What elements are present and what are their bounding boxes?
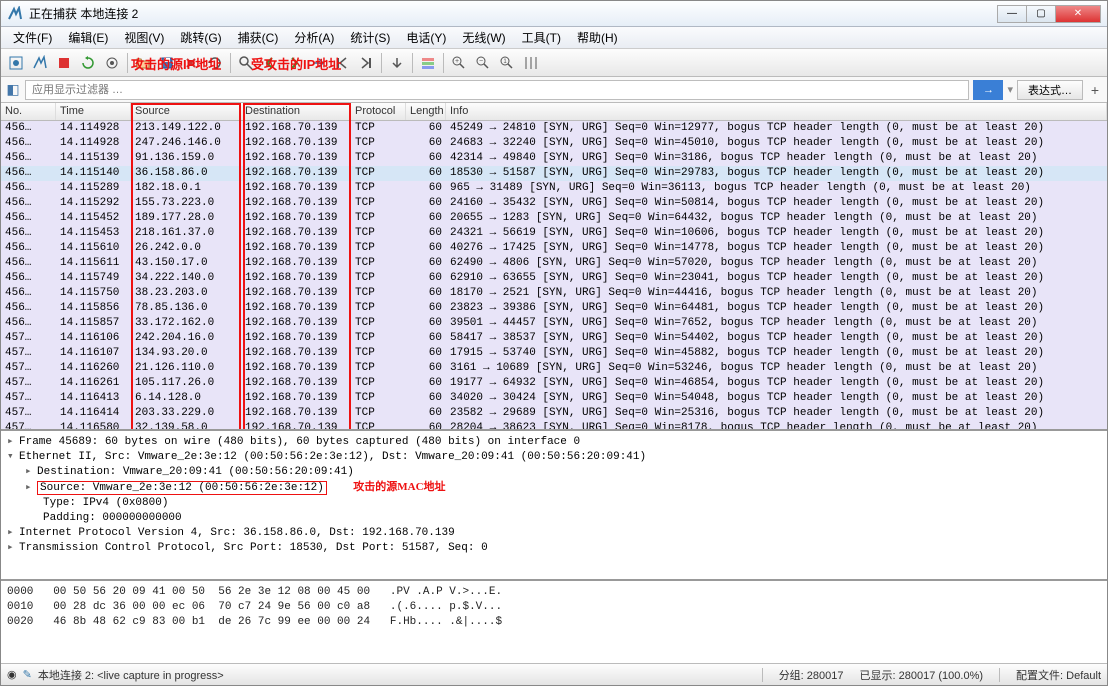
packet-list-pane: No. Time Source Destination Protocol Len… bbox=[1, 103, 1107, 431]
restart-capture-button[interactable] bbox=[77, 52, 99, 74]
packet-row[interactable]: 456…14.114928247.246.146.0192.168.70.139… bbox=[1, 136, 1107, 151]
interfaces-button[interactable] bbox=[5, 52, 27, 74]
col-destination[interactable]: Destination bbox=[241, 103, 351, 120]
menu-item[interactable]: 编辑(E) bbox=[60, 26, 116, 49]
apply-filter-button[interactable]: → bbox=[973, 80, 1003, 100]
close-button[interactable]: ✕ bbox=[1055, 5, 1101, 23]
packet-row[interactable]: 456…14.11561026.242.0.0192.168.70.139TCP… bbox=[1, 241, 1107, 256]
col-info[interactable]: Info bbox=[446, 103, 1107, 120]
toolbar: + − 1 攻击的源IP地址 受攻击的IP地址 bbox=[1, 49, 1107, 77]
packet-row[interactable]: 457…14.1164136.14.128.0192.168.70.139TCP… bbox=[1, 391, 1107, 406]
auto-scroll-button[interactable] bbox=[386, 52, 408, 74]
packet-details-pane[interactable]: ▸Frame 45689: 60 bytes on wire (480 bits… bbox=[1, 431, 1107, 581]
ethernet-summary[interactable]: Ethernet II, Src: Vmware_2e:3e:12 (00:50… bbox=[19, 451, 646, 463]
col-length[interactable]: Length bbox=[406, 103, 446, 120]
zoom-in-button[interactable]: + bbox=[448, 52, 470, 74]
window-title: 正在捕获 本地连接 2 bbox=[29, 5, 998, 22]
svg-text:+: + bbox=[455, 58, 459, 65]
packet-row[interactable]: 456…14.115453218.161.37.0192.168.70.139T… bbox=[1, 226, 1107, 241]
zoom-reset-button[interactable]: 1 bbox=[496, 52, 518, 74]
filter-toolbar: ◧ → ▾ 表达式… + bbox=[1, 77, 1107, 103]
packet-row[interactable]: 456…14.11585733.172.162.0192.168.70.139T… bbox=[1, 316, 1107, 331]
expression-button[interactable]: 表达式… bbox=[1017, 80, 1083, 100]
stop-capture-button[interactable] bbox=[53, 52, 75, 74]
frame-summary[interactable]: Frame 45689: 60 bytes on wire (480 bits)… bbox=[19, 436, 580, 448]
menu-item[interactable]: 文件(F) bbox=[5, 26, 60, 49]
packet-row[interactable]: 456…14.11513991.136.159.0192.168.70.139T… bbox=[1, 151, 1107, 166]
packet-row[interactable]: 457…14.116106242.204.16.0192.168.70.139T… bbox=[1, 331, 1107, 346]
bookmark-icon[interactable]: ◧ bbox=[5, 79, 21, 101]
expand-icon[interactable]: ▸ bbox=[7, 526, 19, 541]
menu-item[interactable]: 无线(W) bbox=[454, 26, 513, 49]
col-time[interactable]: Time bbox=[56, 103, 131, 120]
eth-source[interactable]: Source: Vmware_2e:3e:12 (00:50:56:2e:3e:… bbox=[37, 481, 327, 495]
packet-row[interactable]: 457…14.116107134.93.20.0192.168.70.139TC… bbox=[1, 346, 1107, 361]
tcp-summary[interactable]: Transmission Control Protocol, Src Port:… bbox=[19, 542, 488, 554]
add-filter-button[interactable]: + bbox=[1087, 82, 1103, 98]
packet-bytes-pane[interactable]: 0000 00 50 56 20 09 41 00 50 56 2e 3e 12… bbox=[1, 581, 1107, 663]
maximize-button[interactable]: ▢ bbox=[1026, 5, 1056, 23]
ip-summary[interactable]: Internet Protocol Version 4, Src: 36.158… bbox=[19, 527, 455, 539]
packet-row[interactable]: 457…14.11626021.126.110.0192.168.70.139T… bbox=[1, 361, 1107, 376]
eth-type[interactable]: Type: IPv4 (0x0800) bbox=[43, 497, 168, 509]
menubar: 文件(F)编辑(E)视图(V)跳转(G)捕获(C)分析(A)统计(S)电话(Y)… bbox=[1, 27, 1107, 49]
capture-options-button[interactable] bbox=[101, 52, 123, 74]
statusbar: ◉ ✎ 本地连接 2: <live capture in progress> 分… bbox=[1, 663, 1107, 685]
col-source[interactable]: Source bbox=[131, 103, 241, 120]
packet-row[interactable]: 456…14.11585678.85.136.0192.168.70.139TC… bbox=[1, 301, 1107, 316]
annotation-src-mac: 攻击的源MAC地址 bbox=[353, 481, 445, 493]
packet-row[interactable]: 456…14.114928213.149.122.0192.168.70.139… bbox=[1, 121, 1107, 136]
svg-text:−: − bbox=[479, 58, 483, 65]
annotation-src-ip: 攻击的源IP地址 bbox=[131, 54, 221, 73]
status-displayed: 已显示: 280017 (100.0%) bbox=[860, 667, 984, 683]
display-filter-input[interactable] bbox=[25, 80, 969, 100]
packet-row[interactable]: 456…14.115289182.18.0.1192.168.70.139TCP… bbox=[1, 181, 1107, 196]
status-profile[interactable]: 配置文件: Default bbox=[1016, 667, 1101, 683]
menu-item[interactable]: 跳转(G) bbox=[172, 26, 229, 49]
menu-item[interactable]: 捕获(C) bbox=[230, 26, 287, 49]
packet-row[interactable]: 456…14.11514036.158.86.0192.168.70.139TC… bbox=[1, 166, 1107, 181]
zoom-out-button[interactable]: − bbox=[472, 52, 494, 74]
packet-row[interactable]: 456…14.115452189.177.28.0192.168.70.139T… bbox=[1, 211, 1107, 226]
packet-row[interactable]: 457…14.11658032.139.58.0192.168.70.139TC… bbox=[1, 421, 1107, 431]
expand-icon[interactable]: ▸ bbox=[25, 465, 37, 480]
expand-icon[interactable]: ▸ bbox=[25, 481, 37, 496]
packet-list-header[interactable]: No. Time Source Destination Protocol Len… bbox=[1, 103, 1107, 121]
status-interface: 本地连接 2: <live capture in progress> bbox=[38, 667, 224, 683]
packet-row[interactable]: 457…14.116261105.117.26.0192.168.70.139T… bbox=[1, 376, 1107, 391]
resize-columns-button[interactable] bbox=[520, 52, 542, 74]
menu-item[interactable]: 帮助(H) bbox=[569, 26, 626, 49]
col-no[interactable]: No. bbox=[1, 103, 56, 120]
expand-icon[interactable]: ▸ bbox=[7, 435, 19, 450]
hex-line[interactable]: 0000 00 50 56 20 09 41 00 50 56 2e 3e 12… bbox=[7, 585, 1101, 600]
eth-destination[interactable]: Destination: Vmware_20:09:41 (00:50:56:2… bbox=[37, 466, 354, 478]
status-packets: 分组: 280017 bbox=[779, 667, 844, 683]
packet-row[interactable]: 456…14.115292155.73.223.0192.168.70.139T… bbox=[1, 196, 1107, 211]
window-titlebar: 正在捕获 本地连接 2 — ▢ ✕ bbox=[1, 1, 1107, 27]
expand-icon[interactable]: ▸ bbox=[7, 541, 19, 556]
packet-row[interactable]: 457…14.116414203.33.229.0192.168.70.139T… bbox=[1, 406, 1107, 421]
app-icon bbox=[7, 6, 23, 22]
menu-item[interactable]: 统计(S) bbox=[342, 26, 398, 49]
minimize-button[interactable]: — bbox=[997, 5, 1027, 23]
go-last-button[interactable] bbox=[355, 52, 377, 74]
menu-item[interactable]: 工具(T) bbox=[514, 26, 569, 49]
hex-line[interactable]: 0020 46 8b 48 62 c9 83 00 b1 de 26 7c 99… bbox=[7, 615, 1101, 630]
expand-icon[interactable]: ▾ bbox=[7, 450, 19, 465]
menu-item[interactable]: 电话(Y) bbox=[398, 26, 454, 49]
col-protocol[interactable]: Protocol bbox=[351, 103, 406, 120]
packet-row[interactable]: 456…14.11561143.150.17.0192.168.70.139TC… bbox=[1, 256, 1107, 271]
packet-row[interactable]: 456…14.11574934.222.140.0192.168.70.139T… bbox=[1, 271, 1107, 286]
menu-item[interactable]: 视图(V) bbox=[116, 26, 172, 49]
stop-indicator-icon[interactable]: ◉ bbox=[7, 668, 17, 681]
annotation-dst-ip: 受攻击的IP地址 bbox=[251, 54, 341, 73]
packet-row[interactable]: 456…14.11575038.23.203.0192.168.70.139TC… bbox=[1, 286, 1107, 301]
edit-icon[interactable]: ✎ bbox=[23, 668, 32, 681]
menu-item[interactable]: 分析(A) bbox=[286, 26, 342, 49]
start-capture-button[interactable] bbox=[29, 52, 51, 74]
eth-padding[interactable]: Padding: 000000000000 bbox=[43, 512, 182, 524]
hex-line[interactable]: 0010 00 28 dc 36 00 00 ec 06 70 c7 24 9e… bbox=[7, 600, 1101, 615]
colorize-button[interactable] bbox=[417, 52, 439, 74]
